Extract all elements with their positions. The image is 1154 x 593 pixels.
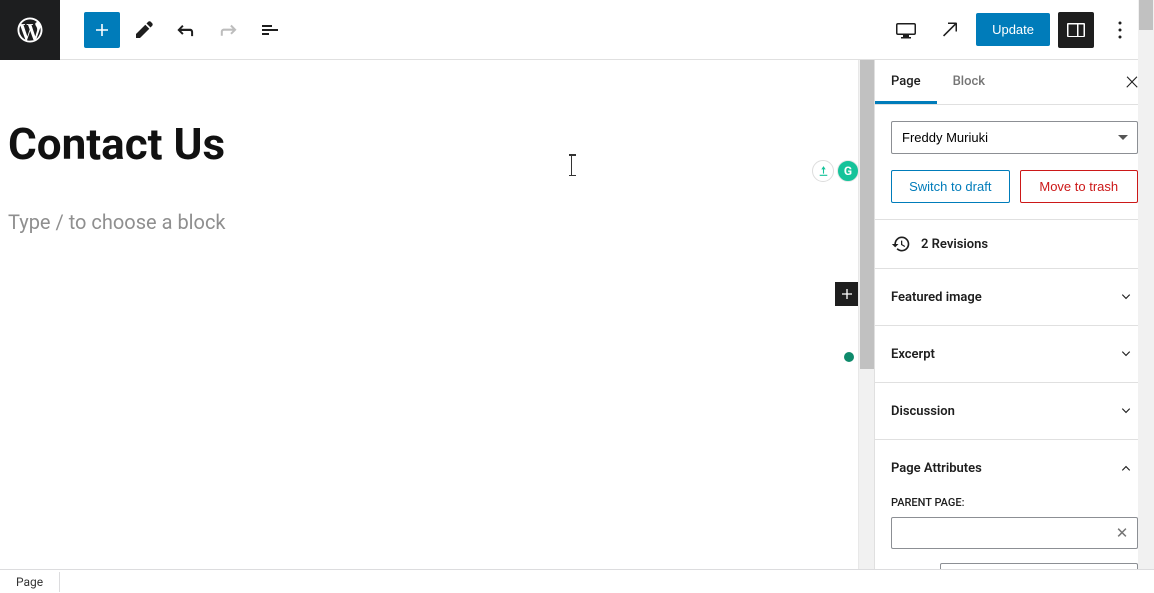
switch-to-draft-button[interactable]: Switch to draft [891, 170, 1010, 203]
sidebar-body: Freddy Muriuki Switch to draft Move to t… [875, 105, 1154, 593]
view-page-button[interactable] [932, 12, 968, 48]
settings-sidebar-toggle[interactable] [1058, 12, 1094, 48]
chevron-down-icon [1114, 399, 1138, 423]
add-block-button[interactable] [84, 12, 120, 48]
chevron-down-icon [1114, 285, 1138, 309]
block-placeholder[interactable]: Type / to choose a block [8, 210, 832, 234]
move-to-trash-button[interactable]: Move to trash [1020, 170, 1139, 203]
revisions-text: 2 Revisions [921, 237, 988, 252]
discussion-panel: Discussion [875, 383, 1154, 440]
grammarly-status-dot-icon [844, 352, 854, 362]
sidebar-tabs: Page Block [875, 60, 1154, 105]
parent-page-label: Parent Page: [891, 496, 1138, 509]
main-area: Contact Us Type / to choose a block G Pa… [0, 60, 1154, 593]
toolbar-left-group [60, 12, 288, 48]
featured-image-toggle[interactable]: Featured image [875, 269, 1154, 325]
undo-button[interactable] [168, 12, 204, 48]
history-icon [891, 234, 911, 254]
settings-sidebar: Page Block Freddy Muriuki Switch to draf… [874, 60, 1154, 593]
grammarly-arrow-icon[interactable] [812, 160, 834, 182]
parent-page-input[interactable] [891, 517, 1138, 549]
outer-scrollbar[interactable] [1138, 60, 1154, 593]
page-title[interactable]: Contact Us [8, 120, 832, 168]
breadcrumb[interactable]: Page [0, 572, 60, 592]
featured-image-panel: Featured image [875, 269, 1154, 326]
grammarly-g-icon[interactable]: G [837, 160, 859, 182]
revisions-link[interactable]: 2 Revisions [875, 220, 1154, 269]
author-select[interactable]: Freddy Muriuki [891, 121, 1138, 154]
clear-parent-button[interactable]: ✕ [1112, 523, 1132, 543]
tab-page[interactable]: Page [875, 60, 937, 104]
view-desktop-button[interactable] [888, 12, 924, 48]
chevron-up-icon [1114, 456, 1138, 480]
status-bar: Page [0, 569, 1154, 593]
tab-block[interactable]: Block [937, 60, 1001, 104]
top-toolbar: Update [0, 0, 1154, 60]
add-block-inline-button[interactable] [835, 282, 859, 306]
page-attributes-toggle[interactable]: Page Attributes [875, 440, 1154, 496]
excerpt-panel: Excerpt [875, 326, 1154, 383]
status-visibility-section: Freddy Muriuki Switch to draft Move to t… [875, 105, 1154, 220]
document-outline-button[interactable] [252, 12, 288, 48]
chevron-down-icon [1114, 342, 1138, 366]
discussion-toggle[interactable]: Discussion [875, 383, 1154, 439]
grammarly-badges: G [812, 160, 859, 182]
redo-button[interactable] [210, 12, 246, 48]
wordpress-logo-icon[interactable] [0, 0, 60, 60]
editor-scrollbar[interactable] [858, 60, 874, 593]
options-menu-button[interactable] [1102, 12, 1138, 48]
excerpt-toggle[interactable]: Excerpt [875, 326, 1154, 382]
edit-mode-button[interactable] [126, 12, 162, 48]
editor-scrollbar-thumb[interactable] [860, 60, 874, 369]
editor-canvas[interactable]: Contact Us Type / to choose a block G [0, 60, 874, 593]
toolbar-right-group: Update [888, 12, 1154, 48]
update-button[interactable]: Update [976, 13, 1050, 46]
